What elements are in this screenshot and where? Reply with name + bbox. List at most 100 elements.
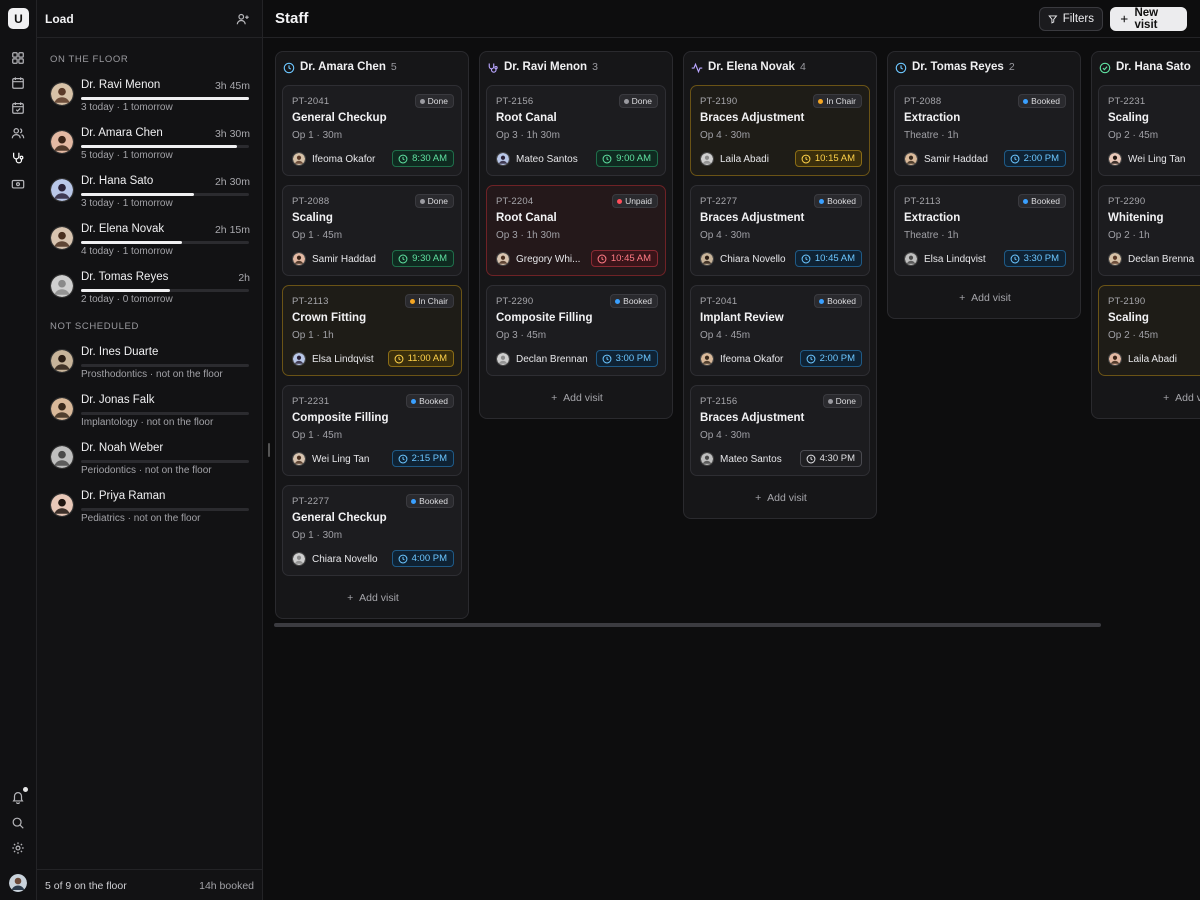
add-visit-button[interactable]: + Add visit bbox=[276, 592, 470, 604]
status-dot bbox=[410, 298, 416, 304]
add-visit-button[interactable]: + Add visit bbox=[1092, 392, 1200, 404]
doctor-column: Dr. Ravi Menon 3 PT-2156 Done Root Canal … bbox=[479, 51, 673, 419]
visit-card[interactable]: PT-2290 Booked Composite Filling Op 3 · … bbox=[486, 285, 666, 376]
visit-card[interactable]: PT-2041 Done General Checkup Op 1 · 30m … bbox=[282, 85, 462, 176]
schedule-icon[interactable] bbox=[10, 100, 26, 116]
unscheduled-doctor[interactable]: Dr. Priya Raman Pediatrics · not on the … bbox=[50, 489, 250, 529]
app-logo[interactable]: U bbox=[8, 8, 29, 29]
visit-card[interactable]: PT-2088 Booked Extraction Theatre · 1h S… bbox=[894, 85, 1074, 176]
load-bar bbox=[81, 364, 249, 367]
column-header[interactable]: Dr. Ravi Menon 3 bbox=[480, 52, 672, 82]
appointment-time[interactable]: 3:30 PM bbox=[1003, 250, 1066, 267]
appointment-time[interactable]: 10:45 AM bbox=[590, 250, 658, 267]
visit-card[interactable]: PT-2113 Booked Extraction Theatre · 1h E… bbox=[894, 185, 1074, 276]
room-duration: Op 2 · 45m bbox=[1108, 330, 1159, 341]
appointment-time[interactable]: 10:15 AM bbox=[794, 150, 862, 167]
doctor-specialty: Prosthodontics · not on the floor bbox=[81, 369, 223, 380]
appointment-time[interactable]: 8:30 AM bbox=[392, 150, 454, 167]
patient-name: Wei Ling Tan bbox=[1128, 154, 1186, 165]
unscheduled-doctor[interactable]: Dr. Ines Duarte Prosthodontics · not on … bbox=[50, 345, 250, 385]
appointment-time[interactable]: 9:00 AM bbox=[596, 150, 658, 167]
status-badge: Booked bbox=[406, 494, 454, 508]
on-floor-doctor[interactable]: Dr. Ravi Menon 3h 45m 3 today · 1 tomorr… bbox=[50, 78, 250, 118]
filters-button[interactable]: Filters bbox=[1039, 7, 1103, 31]
visit-card[interactable]: PT-2277 Booked Braces Adjustment Op 4 · … bbox=[690, 185, 870, 276]
room-duration: Op 2 · 45m bbox=[1108, 130, 1159, 141]
dashboard-icon[interactable] bbox=[10, 50, 26, 66]
appointment-time[interactable]: 2:00 PM bbox=[1003, 150, 1066, 167]
appointment-time[interactable]: 4:30 PM bbox=[799, 450, 862, 467]
visit-card[interactable]: PT-2204 Unpaid Root Canal Op 3 · 1h 30m … bbox=[486, 185, 666, 276]
clock-icon bbox=[398, 254, 408, 263]
clock-icon bbox=[602, 354, 612, 363]
staff-board: Dr. Amara Chen 5 PT-2041 Done General Che… bbox=[263, 38, 1200, 900]
appointment-time[interactable]: 2:00 PM bbox=[799, 350, 862, 367]
on-floor-doctor[interactable]: Dr. Hana Sato 2h 30m 3 today · 1 tomorro… bbox=[50, 174, 250, 214]
column-header[interactable]: Dr. Amara Chen 5 bbox=[276, 52, 468, 82]
users-icon[interactable] bbox=[10, 125, 26, 141]
clock-icon bbox=[398, 554, 408, 563]
clock-icon bbox=[1010, 254, 1020, 263]
patient-id: PT-2088 bbox=[292, 196, 330, 207]
column-doctor-name: Dr. Ravi Menon bbox=[504, 61, 588, 73]
column-header[interactable]: Dr. Tomas Reyes 2 bbox=[888, 52, 1080, 82]
add-visit-button[interactable]: + Add visit bbox=[888, 292, 1082, 304]
search-icon[interactable] bbox=[10, 815, 26, 831]
doctor-hours: 2h bbox=[238, 272, 250, 284]
bell-icon[interactable] bbox=[10, 787, 28, 805]
load-bar bbox=[81, 460, 249, 463]
visit-card[interactable]: PT-2156 Done Braces Adjustment Op 4 · 30… bbox=[690, 385, 870, 476]
visit-card[interactable]: PT-2231 Booked Scaling Op 2 · 45m Wei Li… bbox=[1098, 85, 1200, 176]
appointment-time[interactable]: 10:45 AM bbox=[794, 250, 862, 267]
visit-card[interactable]: PT-2156 Done Root Canal Op 3 · 1h 30m Ma… bbox=[486, 85, 666, 176]
patient-avatar bbox=[496, 252, 510, 266]
billing-icon[interactable] bbox=[10, 176, 26, 192]
visit-card[interactable]: PT-2088 Done Scaling Op 1 · 45m Samir Ha… bbox=[282, 185, 462, 276]
add-visit-button[interactable]: + Add visit bbox=[480, 392, 674, 404]
stethoscope-icon[interactable] bbox=[10, 150, 26, 166]
add-user-icon[interactable] bbox=[236, 12, 250, 26]
on-floor-doctor[interactable]: Dr. Tomas Reyes 2h 2 today · 0 tomorrow bbox=[50, 270, 250, 310]
visit-card[interactable]: PT-2041 Booked Implant Review Op 4 · 45m… bbox=[690, 285, 870, 376]
horizontal-scrollbar[interactable] bbox=[274, 623, 1101, 627]
procedure-name: Root Canal bbox=[496, 112, 557, 124]
user-avatar[interactable] bbox=[9, 874, 27, 892]
appointment-time[interactable]: 3:00 PM bbox=[595, 350, 658, 367]
visit-card[interactable]: PT-2277 Booked General Checkup Op 1 · 30… bbox=[282, 485, 462, 576]
appointment-time[interactable]: 9:30 AM bbox=[392, 250, 454, 267]
calendar-icon[interactable] bbox=[10, 75, 26, 91]
on-floor-doctor[interactable]: Dr. Elena Novak 2h 15m 4 today · 1 tomor… bbox=[50, 222, 250, 262]
clock-icon bbox=[895, 62, 907, 74]
patient-name: Wei Ling Tan bbox=[312, 454, 370, 465]
gear-icon[interactable] bbox=[10, 840, 26, 856]
visit-card[interactable]: PT-2190 In Chair Scaling Op 2 · 45m Lail… bbox=[1098, 285, 1200, 376]
unscheduled-doctor[interactable]: Dr. Noah Weber Periodontics · not on the… bbox=[50, 441, 250, 481]
column-header[interactable]: Dr. Hana Sato bbox=[1092, 52, 1200, 82]
stethoscope-icon bbox=[487, 62, 499, 74]
visit-card[interactable]: PT-2231 Booked Composite Filling Op 1 · … bbox=[282, 385, 462, 476]
time-label: 3:00 PM bbox=[615, 353, 651, 364]
patient-name: Mateo Santos bbox=[720, 454, 782, 465]
status-dot bbox=[1023, 98, 1029, 104]
visit-card[interactable]: PT-2190 In Chair Braces Adjustment Op 4 … bbox=[690, 85, 870, 176]
doctor-avatar bbox=[50, 349, 74, 373]
visit-card[interactable]: PT-2290 Booked Whitening Op 2 · 1h Decla… bbox=[1098, 185, 1200, 276]
appointment-time[interactable]: 4:00 PM bbox=[391, 550, 454, 567]
visit-count: 3 bbox=[592, 61, 598, 73]
status-badge: Done bbox=[414, 94, 454, 108]
room-duration: Theatre · 1h bbox=[904, 230, 959, 241]
status-label: Booked bbox=[419, 496, 448, 506]
visit-card[interactable]: PT-2113 In Chair Crown Fitting Op 1 · 1h… bbox=[282, 285, 462, 376]
patient-id: PT-2231 bbox=[1108, 96, 1146, 107]
add-visit-button[interactable]: + Add visit bbox=[684, 492, 878, 504]
column-header[interactable]: Dr. Elena Novak 4 bbox=[684, 52, 876, 82]
status-dot bbox=[623, 98, 629, 104]
time-label: 10:45 AM bbox=[814, 253, 855, 264]
unscheduled-doctor[interactable]: Dr. Jonas Falk Implantology · not on the… bbox=[50, 393, 250, 433]
procedure-name: Braces Adjustment bbox=[700, 112, 805, 124]
on-floor-doctor[interactable]: Dr. Amara Chen 3h 30m 5 today · 1 tomorr… bbox=[50, 126, 250, 166]
appointment-time[interactable]: 11:00 AM bbox=[387, 350, 454, 367]
appointment-time[interactable]: 2:15 PM bbox=[391, 450, 454, 467]
new-visit-button[interactable]: New visit bbox=[1110, 7, 1187, 31]
clock-icon bbox=[398, 454, 408, 463]
